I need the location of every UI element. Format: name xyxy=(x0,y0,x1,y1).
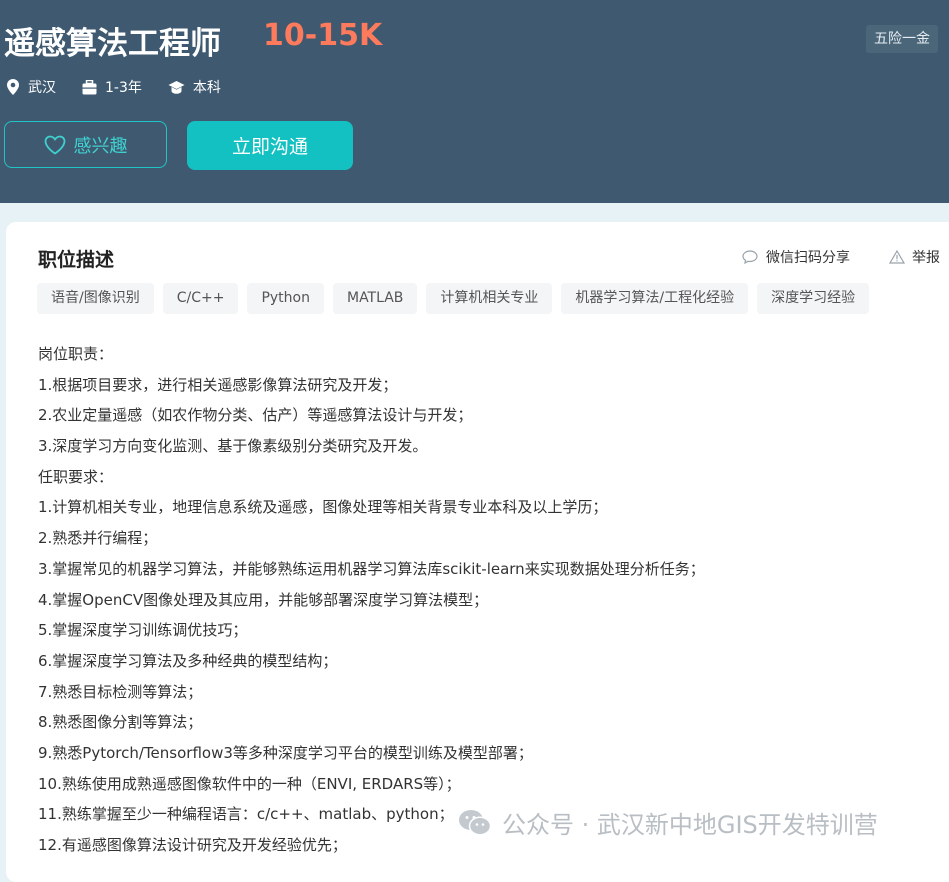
description-line: 8.熟悉图像分割等算法； xyxy=(38,713,203,732)
location-icon xyxy=(7,79,19,95)
chat-now-button[interactable]: 立即沟通 xyxy=(187,121,353,170)
wechat-share-link[interactable]: 微信扫码分享 xyxy=(742,247,850,267)
report-label: 举报 xyxy=(912,250,940,266)
skill-tag: 语音/图像识别 xyxy=(37,283,154,314)
warning-icon xyxy=(889,250,905,264)
description-line: 9.熟悉Pytorch/Tensorflow3等多种深度学习平台的模型训练及模型… xyxy=(38,743,533,762)
salary: 10-15K xyxy=(263,18,383,53)
briefcase-icon xyxy=(82,79,97,94)
description-line: 4.掌握OpenCV图像处理及其应用，并能够部署深度学习算法模型； xyxy=(38,590,489,609)
description-line: 7.熟悉目标检测等算法； xyxy=(38,682,203,701)
experience-text: 1-3年 xyxy=(105,80,142,96)
job-description-text: 岗位职责： 1.根据项目要求，进行相关遥感影像算法研究及开发； 2.农业定量遥感… xyxy=(38,339,938,861)
description-line: 6.掌握深度学习算法及多种经典的模型结构； xyxy=(38,651,338,670)
watermark-text: 公众号 · 武汉新中地GIS开发特训营 xyxy=(502,811,878,839)
interest-button[interactable]: 感兴趣 xyxy=(4,121,167,168)
skill-tag: Python xyxy=(247,283,324,314)
education-text: 本科 xyxy=(192,80,221,96)
description-line: 2.农业定量遥感（如农作物分类、估产）等遥感算法设计与开发； xyxy=(38,406,473,425)
report-link[interactable]: 举报 xyxy=(889,247,940,267)
location-text: 武汉 xyxy=(28,80,56,96)
meta-location: 武汉 xyxy=(6,77,56,97)
description-line: 1.根据项目要求，进行相关遥感影像算法研究及开发； xyxy=(38,375,398,394)
skill-tag: MATLAB xyxy=(332,283,418,314)
job-title: 遥感算法工程师 xyxy=(4,26,221,62)
description-line: 1.计算机相关专业，地理信息系统及遥感，图像处理等相关背景专业本科及以上学历； xyxy=(38,498,608,517)
skill-tag: 机器学习算法/工程化经验 xyxy=(561,283,749,314)
description-line: 岗位职责： xyxy=(38,345,114,363)
share-label: 微信扫码分享 xyxy=(766,250,850,266)
wechat-icon xyxy=(459,809,492,836)
skill-tag: C/C++ xyxy=(162,283,239,314)
description-line: 5.掌握深度学习训练调优技巧； xyxy=(38,621,248,640)
watermark: 公众号 · 武汉新中地GIS开发特训营 xyxy=(458,805,878,840)
heart-icon xyxy=(44,135,65,155)
graduation-cap-icon xyxy=(168,80,185,94)
description-line: 任职要求： xyxy=(38,467,114,486)
skill-tags: 语音/图像识别 C/C++ Python MATLAB 计算机相关专业 机器学习… xyxy=(37,283,878,314)
skill-tag: 深度学习经验 xyxy=(757,283,870,314)
chat-bubble-icon xyxy=(742,250,758,264)
job-meta: 武汉 1-3年 本科 xyxy=(6,77,247,97)
description-line: 2.熟悉并行编程； xyxy=(38,529,158,548)
welfare-badge: 五险一金 xyxy=(866,25,938,53)
skill-tag: 计算机相关专业 xyxy=(426,283,553,314)
meta-experience: 1-3年 xyxy=(82,77,142,97)
description-line: 3.掌握常见的机器学习算法，并能够熟练运用机器学习算法库scikit-learn… xyxy=(38,559,705,578)
description-line: 3.深度学习方向变化监测、基于像素级别分类研究及开发。 xyxy=(38,437,428,456)
job-header: 遥感算法工程师 10-15K 五险一金 武汉 1-3年 本科 感兴趣 立即沟通 xyxy=(0,0,949,203)
section-title: 职位描述 xyxy=(38,249,115,271)
description-line: 10.熟练使用成熟遥感图像软件中的一种（ENVI, ERDARS等）； xyxy=(38,774,461,793)
interest-label: 感兴趣 xyxy=(73,135,128,157)
meta-education: 本科 xyxy=(168,77,221,97)
